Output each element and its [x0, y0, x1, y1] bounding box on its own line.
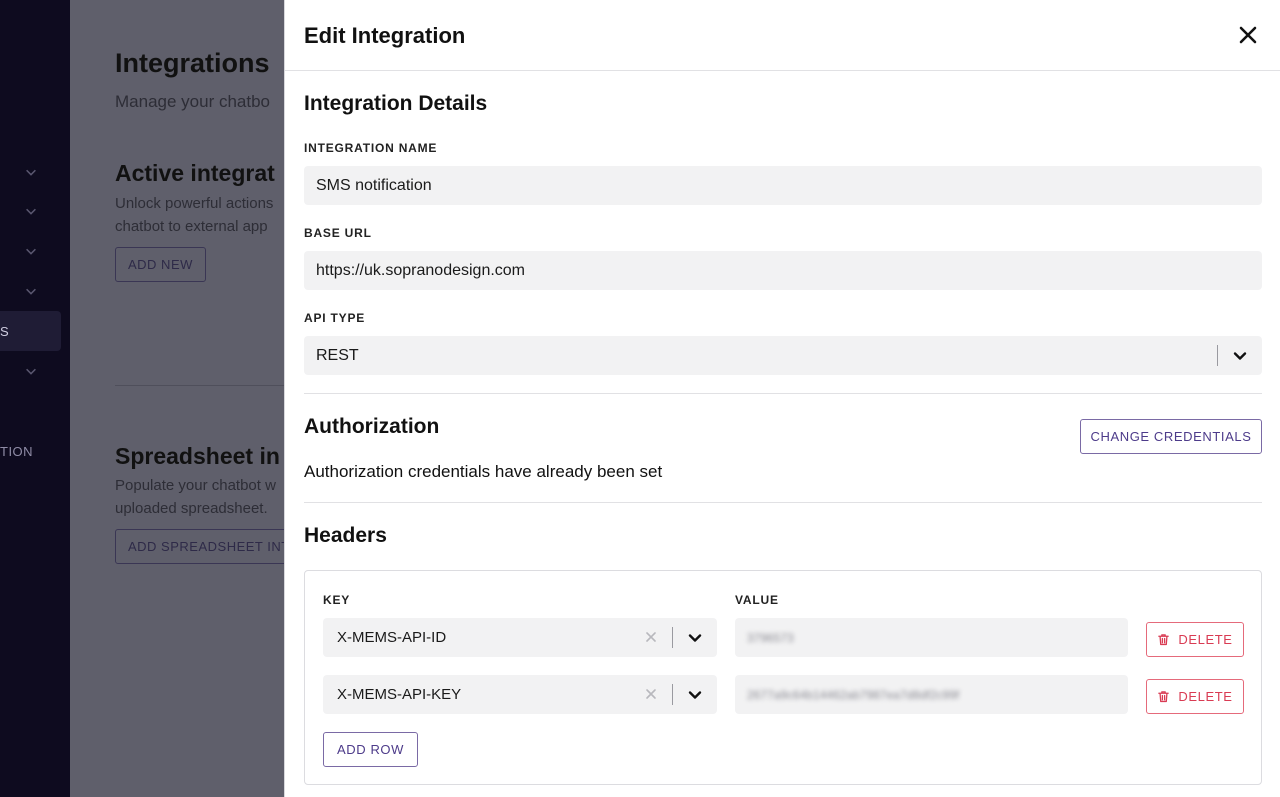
header-key-value: X-MEMS-API-KEY: [337, 686, 462, 703]
header-value-text: 3796573: [747, 630, 794, 645]
spreadsheet-integrations-desc: Populate your chatbot w: [115, 477, 276, 494]
base-url-value: https://uk.sopranodesign.com: [316, 261, 526, 279]
drawer-title: Edit Integration: [304, 23, 466, 48]
header-value-text: 2677a9c64b14462ab7987ea7d8df2c99f: [747, 687, 960, 702]
clear-icon[interactable]: [643, 686, 659, 702]
divider: [304, 393, 1262, 394]
api-type-label: API TYPE: [304, 311, 366, 325]
sidebar-item-integrations[interactable]: S: [0, 311, 61, 351]
drawer-header: Edit Integration: [285, 0, 1280, 71]
divider: [304, 502, 1262, 503]
select-separator: [672, 627, 673, 648]
delete-label: DELETE: [1178, 689, 1233, 704]
authorization-status: Authorization credentials have already b…: [304, 462, 663, 481]
api-type-select[interactable]: REST: [304, 336, 1262, 375]
edit-integration-drawer: Edit Integration Integration Details INT…: [284, 0, 1280, 797]
headers-heading: Headers: [304, 524, 387, 547]
active-integrations-desc: chatbot to external app: [115, 218, 268, 235]
trash-icon: [1158, 634, 1170, 646]
add-row-button[interactable]: ADD ROW: [323, 732, 418, 767]
chevron-down-icon[interactable]: [687, 687, 703, 703]
chevron-down-icon[interactable]: [24, 165, 38, 179]
api-type-value: REST: [316, 346, 359, 364]
trash-icon: [1158, 691, 1170, 703]
chevron-down-icon[interactable]: [24, 284, 38, 298]
clear-icon[interactable]: [643, 629, 659, 645]
spreadsheet-integrations-desc: uploaded spreadsheet.: [115, 500, 268, 517]
base-url-label: BASE URL: [304, 226, 372, 240]
header-value-input[interactable]: 3796573: [735, 618, 1128, 657]
value-column-header: VALUE: [735, 593, 779, 607]
sidebar-nav: S TION: [0, 0, 70, 797]
chevron-down-icon[interactable]: [24, 244, 38, 258]
active-integrations-heading: Active integrat: [115, 160, 275, 186]
headers-table: KEY VALUE X-MEMS-API-ID 3796573 DELETE X…: [304, 570, 1262, 785]
integration-details-heading: Integration Details: [304, 92, 488, 115]
key-column-header: KEY: [323, 593, 351, 607]
delete-row-button[interactable]: DELETE: [1146, 622, 1244, 657]
delete-label: DELETE: [1178, 632, 1233, 647]
delete-row-button[interactable]: DELETE: [1146, 679, 1244, 714]
add-new-button[interactable]: ADD NEW: [115, 247, 206, 282]
close-icon: [1239, 26, 1257, 44]
change-credentials-button[interactable]: CHANGE CREDENTIALS: [1080, 419, 1262, 454]
divider: [115, 385, 285, 386]
sidebar-item-label: S: [0, 324, 10, 339]
base-url-input[interactable]: https://uk.sopranodesign.com: [304, 251, 1262, 290]
page-subtitle: Manage your chatbo: [115, 92, 270, 111]
integration-name-value: SMS notification: [316, 176, 432, 194]
authorization-heading: Authorization: [304, 415, 440, 438]
header-key-select[interactable]: X-MEMS-API-ID: [323, 618, 717, 657]
spreadsheet-integrations-heading: Spreadsheet in: [115, 443, 280, 469]
sidebar-item-label[interactable]: TION: [0, 444, 33, 459]
chevron-down-icon[interactable]: [24, 364, 38, 378]
header-key-value: X-MEMS-API-ID: [337, 629, 447, 646]
active-integrations-desc: Unlock powerful actions: [115, 195, 274, 212]
select-separator: [1217, 345, 1218, 366]
chevron-down-icon[interactable]: [24, 204, 38, 218]
chevron-down-icon[interactable]: [687, 630, 703, 646]
integration-name-label: INTEGRATION NAME: [304, 141, 438, 155]
page-title: Integrations: [115, 48, 270, 78]
close-button[interactable]: [1235, 22, 1261, 48]
select-separator: [672, 684, 673, 705]
add-spreadsheet-integration-button[interactable]: ADD SPREADSHEET INT: [115, 529, 303, 564]
integration-name-input[interactable]: SMS notification: [304, 166, 1262, 205]
chevron-down-icon[interactable]: [1232, 348, 1248, 364]
header-key-select[interactable]: X-MEMS-API-KEY: [323, 675, 717, 714]
header-value-input[interactable]: 2677a9c64b14462ab7987ea7d8df2c99f: [735, 675, 1128, 714]
